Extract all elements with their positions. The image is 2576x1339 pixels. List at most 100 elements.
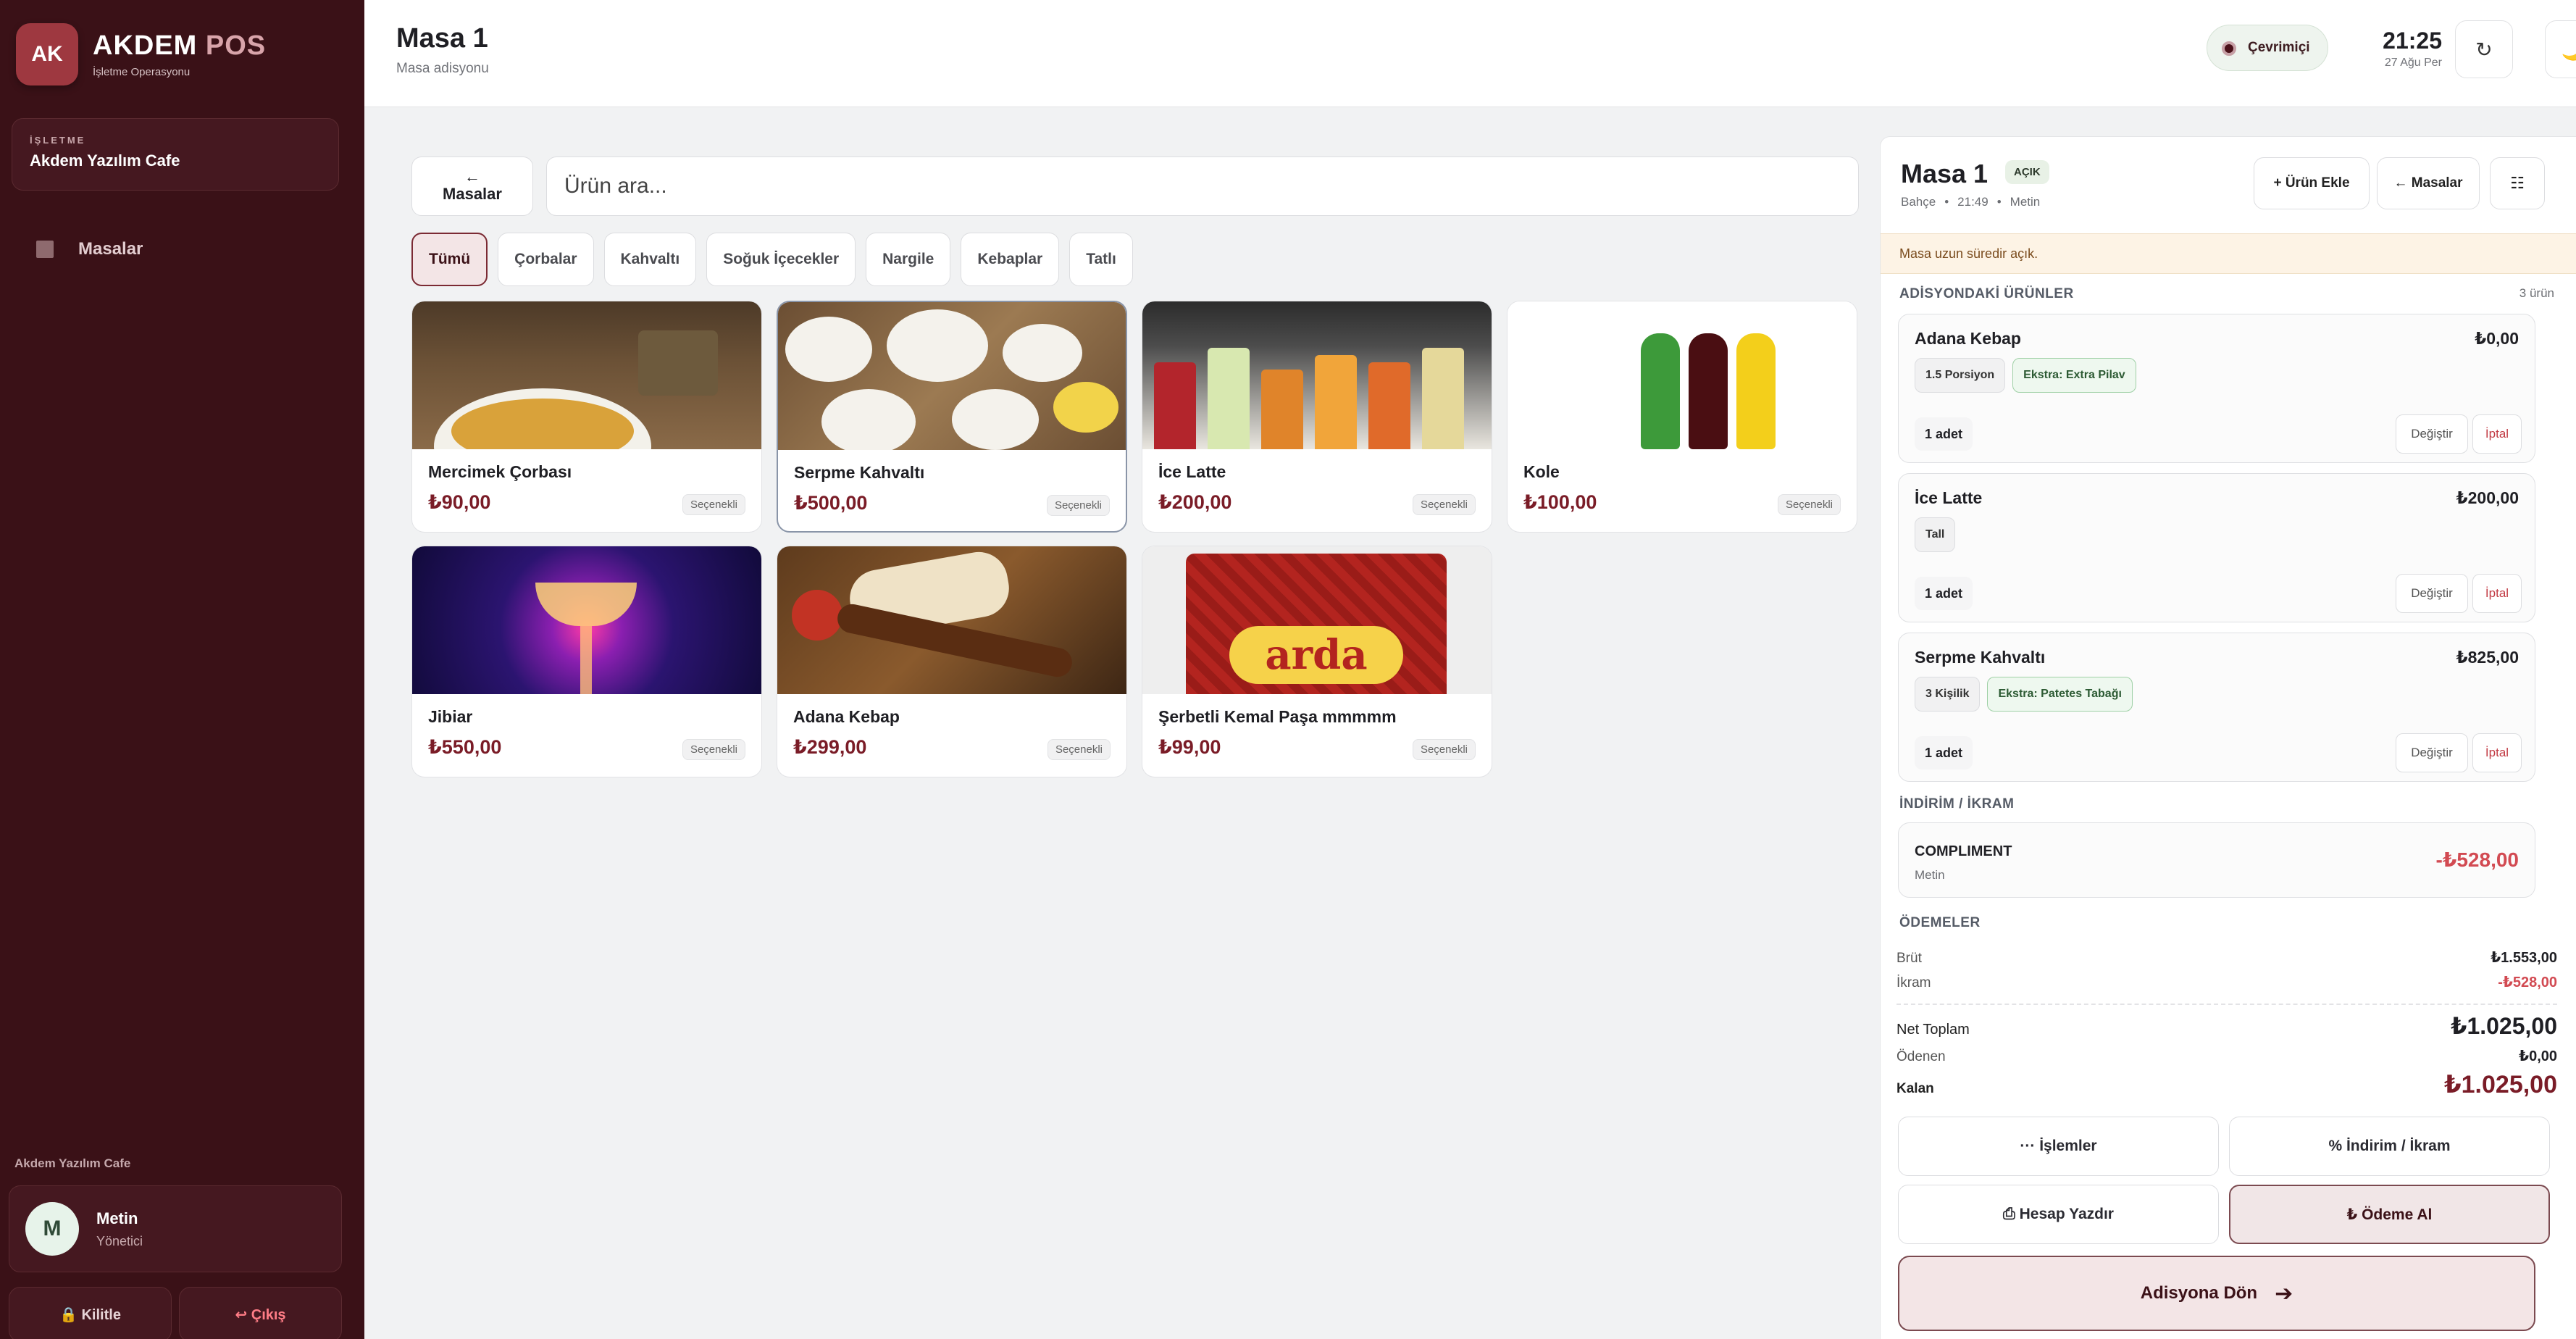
arrow-left-icon: ← <box>464 167 480 185</box>
product-card[interactable]: Adana Kebap ₺299,00 Seçenekli <box>777 546 1127 777</box>
product-card[interactable]: Serpme Kahvaltı ₺500,00 Seçenekli <box>777 301 1127 533</box>
net-total-row: Net Toplam ₺1.025,00 <box>1897 1012 2557 1040</box>
page-title: Masa 1 <box>396 23 488 54</box>
cancel-item-button[interactable]: İptal <box>2472 574 2522 613</box>
add-product-button[interactable]: + Ürün Ekle <box>2254 157 2370 209</box>
lock-button[interactable]: 🔒 Kilitle <box>9 1287 172 1339</box>
items-section-title: ADİSYONDAKİ ÜRÜNLER <box>1899 286 2074 301</box>
change-item-button[interactable]: Değiştir <box>2396 733 2468 772</box>
comp-value: -₺528,00 <box>2498 975 2557 990</box>
discount-comp-button[interactable]: % İndirim / İkram <box>2229 1117 2550 1176</box>
brand-name: AKDEM POS <box>93 30 266 62</box>
cancel-item-button[interactable]: İptal <box>2472 414 2522 454</box>
summary-divider <box>1897 1004 2557 1005</box>
product-card[interactable]: Jibiar ₺550,00 Seçenekli <box>411 546 762 777</box>
order-item-name: Serpme Kahvaltı <box>1915 648 2046 667</box>
status-dot-icon <box>2222 41 2236 56</box>
cancel-item-button[interactable]: İptal <box>2472 733 2522 772</box>
product-price: ₺99,00 <box>1158 736 1221 758</box>
order-menu-button[interactable]: ☷ <box>2490 157 2545 209</box>
discount-name: COMPLIMENT <box>1915 843 2012 859</box>
product-name: Kole <box>1523 462 1560 481</box>
tab-tatli[interactable]: Tatlı <box>1069 233 1133 286</box>
product-option-badge: Seçenekli <box>1777 494 1841 515</box>
theme-toggle-button[interactable]: 🌙 <box>2545 20 2576 78</box>
clock-date: 27 Ağu Per <box>2384 57 2442 69</box>
product-price: ₺90,00 <box>428 491 491 513</box>
product-card[interactable]: İce Latte ₺200,00 Seçenekli <box>1142 301 1492 533</box>
print-bill-button[interactable]: ⎙ Hesap Yazdır <box>1898 1185 2219 1244</box>
comp-label: İkram <box>1897 975 1931 990</box>
payments-section-title: ÖDEMELER <box>1899 915 1981 930</box>
items-count: 3 ürün <box>2519 286 2554 300</box>
meta-separator: • <box>1944 195 1949 209</box>
tables-button[interactable]: ← Masalar <box>2377 157 2480 209</box>
tab-tumu[interactable]: Tümü <box>411 233 488 286</box>
tab-kebaplar[interactable]: Kebaplar <box>961 233 1060 286</box>
product-price: ₺299,00 <box>793 736 867 758</box>
brand-subtitle: İşletme Operasyonu <box>93 66 191 78</box>
order-meta: Bahçe • 21:49 • Metin <box>1901 195 2040 209</box>
order-area: Bahçe <box>1901 195 1936 209</box>
order-opened-time: 21:49 <box>1957 195 1989 209</box>
refresh-button[interactable]: ↻ <box>2455 20 2513 78</box>
tab-kahvalti[interactable]: Kahvaltı <box>603 233 697 286</box>
change-item-button[interactable]: Değiştir <box>2396 574 2468 613</box>
status-badge: Çevrimiçi <box>2207 25 2328 71</box>
product-image <box>777 546 1126 694</box>
sidebar-item-label: Masalar <box>78 239 143 259</box>
order-item-qty: 1 adet <box>1915 736 1973 769</box>
due-value: ₺1.025,00 <box>2443 1071 2557 1098</box>
gross-label: Brüt <box>1897 951 1922 966</box>
option-chip: Tall <box>1915 517 1956 552</box>
arrow-right-icon: ➔ <box>2275 1281 2293 1306</box>
product-option-badge: Seçenekli <box>682 494 745 515</box>
order-item-name: Adana Kebap <box>1915 329 2021 348</box>
discount-by: Metin <box>1915 868 1945 882</box>
brand-logo: AK <box>16 23 78 85</box>
product-name: Mercimek Çorbası <box>428 462 572 481</box>
product-card[interactable]: arda Şerbetli Kemal Paşa mmmmm ₺99,00 Se… <box>1142 546 1492 777</box>
product-name: Şerbetli Kemal Paşa mmmmm <box>1158 707 1397 726</box>
change-item-button[interactable]: Değiştir <box>2396 414 2468 454</box>
back-to-tables-button[interactable]: ← Masalar <box>411 157 533 216</box>
gross-row: Brüt ₺1.553,00 <box>1897 948 2557 967</box>
product-image <box>412 301 761 449</box>
product-grid: Mercimek Çorbası ₺90,00 Seçenekli Serpme… <box>411 301 1857 777</box>
arda-logo: arda <box>1229 626 1403 684</box>
order-item-price: ₺0,00 <box>2475 329 2519 348</box>
avatar: M <box>25 1202 79 1256</box>
take-payment-button[interactable]: ₺ Ödeme Al <box>2229 1185 2550 1244</box>
product-search-input[interactable] <box>546 157 1859 216</box>
extra-chip: Ekstra: Extra Pilav <box>2012 358 2136 393</box>
due-label: Kalan <box>1897 1081 1934 1096</box>
tab-nargile[interactable]: Nargile <box>866 233 951 286</box>
order-item-options: 1.5 Porsiyon Ekstra: Extra Pilav <box>1915 358 2136 393</box>
operations-button[interactable]: ··· İşlemler <box>1898 1117 2219 1176</box>
gross-value: ₺1.553,00 <box>2491 950 2557 966</box>
user-role: Yönetici <box>96 1233 143 1248</box>
moon-icon: 🌙 <box>2561 38 2576 61</box>
product-option-badge: Seçenekli <box>1047 739 1111 760</box>
product-image <box>778 302 1126 450</box>
logout-button[interactable]: ↩ Çıkış <box>179 1287 342 1339</box>
order-item-qty: 1 adet <box>1915 577 1973 610</box>
status-label: Çevrimiçi <box>2248 40 2310 55</box>
order-waiter: Metin <box>2010 195 2041 209</box>
discount-card[interactable]: COMPLIMENT Metin -₺528,00 <box>1898 822 2535 898</box>
option-chip: 3 Kişilik <box>1915 677 1981 712</box>
product-card[interactable]: Kole ₺100,00 Seçenekli <box>1507 301 1857 533</box>
tab-corbalar[interactable]: Çorbalar <box>498 233 594 286</box>
tab-soguk-icecekler[interactable]: Soğuk İçecekler <box>706 233 856 286</box>
long-open-warning: Masa uzun süredir açık. <box>1881 233 2576 274</box>
sidebar-item-masalar[interactable]: Masalar <box>36 239 143 259</box>
meta-separator: • <box>1996 195 2002 209</box>
order-item: Serpme Kahvaltı ₺825,00 3 Kişilik Ekstra… <box>1898 633 2535 782</box>
product-card[interactable]: Mercimek Çorbası ₺90,00 Seçenekli <box>411 301 762 533</box>
top-header: Masa 1 Masa adisyonu Çevrimiçi 21:25 27 … <box>364 0 2576 107</box>
clock-time: 21:25 <box>2383 28 2442 54</box>
business-card[interactable]: İŞLETME Akdem Yazılım Cafe <box>12 118 339 191</box>
product-option-badge: Seçenekli <box>1412 739 1476 760</box>
user-card[interactable]: M Metin Yönetici <box>9 1185 342 1272</box>
return-to-order-button[interactable]: Adisyona Dön ➔ <box>1898 1256 2535 1331</box>
